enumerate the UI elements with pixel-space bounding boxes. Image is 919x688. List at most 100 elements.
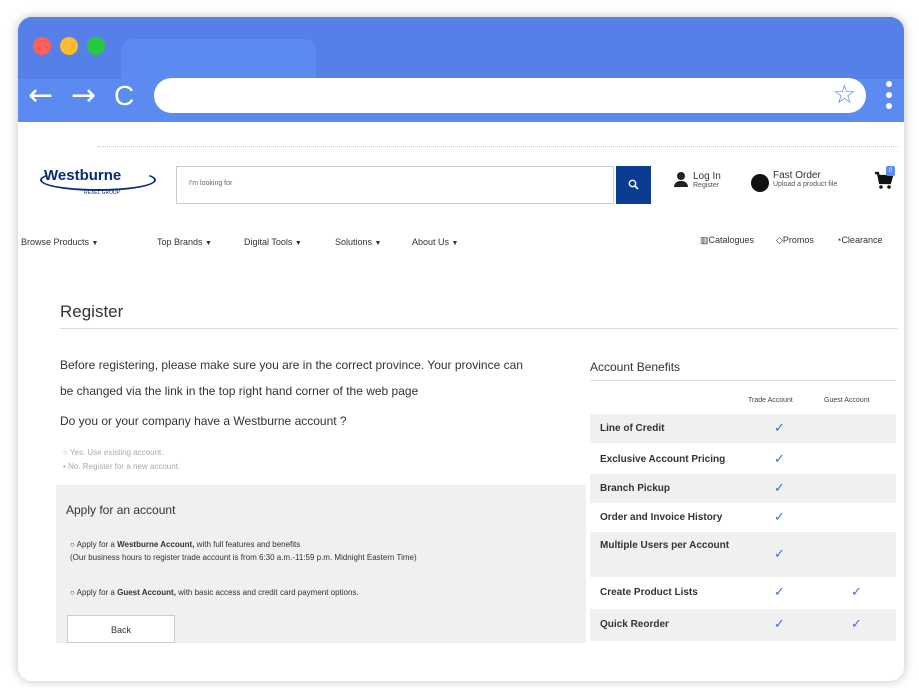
reload-icon[interactable]: C	[114, 81, 134, 111]
menu-label: Digital Tools	[244, 237, 293, 247]
search-placeholder: I'm looking for	[189, 180, 233, 187]
trade-check-icon: ✓	[774, 547, 785, 562]
account-question: Do you or your company have a Westburne …	[60, 414, 347, 428]
opt2-suffix: with basic access and credit card paymen…	[175, 588, 359, 597]
radio-icon: ○	[63, 448, 68, 457]
register-label[interactable]: Register	[693, 182, 721, 189]
apply-title: Apply for an account	[66, 503, 176, 517]
trade-check-icon: ✓	[774, 510, 785, 525]
menu-label: About Us	[412, 237, 450, 247]
radio-icon: ○	[70, 588, 75, 597]
caret-down-icon: ▼	[205, 240, 212, 247]
benefits-divider	[590, 380, 896, 381]
apply-section: Apply for an account ○ Apply for a Westb…	[56, 485, 586, 643]
benefit-name: Exclusive Account Pricing	[600, 454, 726, 465]
clearance-label: Clearance	[841, 235, 883, 245]
forward-arrow-icon[interactable]: →	[71, 81, 96, 111]
close-window-button[interactable]	[33, 37, 51, 55]
search-button[interactable]	[616, 166, 651, 204]
benefit-row: Multiple Users per Account ✓	[590, 532, 896, 577]
menu-top-brands[interactable]: Top Brands ▼	[157, 237, 212, 247]
search-icon	[628, 179, 639, 190]
guest-check-icon: ✓	[851, 585, 862, 600]
radio-icon: ○	[70, 540, 75, 549]
fast-order-label: Fast Order	[773, 170, 821, 181]
caret-down-icon: ▼	[374, 240, 382, 247]
menu-about-us[interactable]: About Us ▼	[412, 237, 458, 247]
opt1-suffix: with full features and benefits	[194, 540, 301, 549]
option-yes-label: Yes. Use existing account.	[69, 448, 164, 457]
opt1-prefix: Apply for a	[76, 540, 118, 549]
menu-label: Top Brands	[157, 237, 203, 247]
benefit-row: Quick Reorder ✓ ✓	[590, 609, 896, 641]
caret-down-icon: ▼	[91, 240, 99, 247]
title-divider	[60, 328, 898, 329]
benefit-name: Create Product Lists	[600, 587, 698, 598]
fast-order-sub: Upload a product file	[773, 181, 838, 188]
tag-icon: ◇	[776, 235, 783, 245]
page-title: Register	[60, 302, 124, 321]
clearance-link[interactable]: ◔Clearance	[836, 235, 882, 245]
guest-check-icon: ✓	[851, 617, 862, 632]
opt1-account-name: Westburne Account,	[117, 540, 195, 549]
benefit-name: Multiple Users per Account	[600, 540, 730, 551]
benefit-name: Line of Credit	[600, 423, 665, 434]
benefit-row: Exclusive Account Pricing ✓	[590, 445, 896, 474]
menu-solutions[interactable]: Solutions ▼	[335, 237, 381, 247]
option-no-label: No. Register for a new account.	[68, 462, 181, 471]
catalogues-link[interactable]: ▥Catalogues	[700, 235, 754, 246]
trade-check-icon: ✓	[774, 452, 785, 467]
browser-tab[interactable]	[121, 39, 316, 79]
westburne-logo[interactable]: Westburne REXEL GROUP	[40, 165, 156, 203]
back-button[interactable]: Back	[67, 615, 175, 643]
option-yes-radio[interactable]: ○ Yes. Use existing account.	[63, 448, 163, 457]
bookmark-star-icon[interactable]: ☆	[833, 80, 856, 110]
benefit-row: Branch Pickup ✓	[590, 474, 896, 503]
promos-link[interactable]: ◇Promos	[776, 235, 814, 246]
logo-text: Westburne	[44, 167, 122, 184]
guest-account-option[interactable]: ○ Apply for a Guest Account, with basic …	[70, 588, 359, 597]
benefit-name: Order and Invoice History	[600, 512, 723, 523]
promos-label: Promos	[782, 235, 814, 245]
menu-label: Browse Products	[21, 237, 90, 247]
book-icon: ▥	[700, 235, 709, 245]
stopwatch-icon	[751, 174, 769, 192]
business-hours-note: (Our business hours to register trade ac…	[70, 553, 417, 562]
col-header-guest: Guest Account	[824, 397, 870, 404]
trade-check-icon: ✓	[774, 585, 785, 600]
trade-check-icon: ✓	[774, 421, 785, 436]
minimize-window-button[interactable]	[60, 37, 78, 55]
westburne-account-option[interactable]: ○ Apply for a Westburne Account, with fu…	[70, 540, 300, 549]
back-arrow-icon[interactable]: ←	[28, 81, 53, 111]
login-label: Log In	[693, 171, 721, 182]
opt2-prefix: Apply for a	[76, 588, 118, 597]
address-bar[interactable]: ☆	[154, 78, 866, 113]
logo-subtitle: REXEL GROUP	[84, 190, 120, 196]
user-icon	[674, 172, 688, 188]
menu-digital-tools[interactable]: Digital Tools ▼	[244, 237, 302, 247]
option-no-radio[interactable]: ▪ No. Register for a new account.	[63, 462, 180, 471]
benefit-row: Create Product Lists ✓ ✓	[590, 577, 896, 609]
browser-toolbar: ← → C ☆	[18, 17, 904, 122]
intro-line-1: Before registering, please make sure you…	[60, 358, 523, 372]
browser-window: ← → C ☆ Westburne REXEL GROUP I'm lookin…	[18, 17, 904, 681]
col-header-trade: Trade Account	[748, 397, 793, 404]
menu-browse-products[interactable]: Browse Products ▼	[21, 237, 98, 247]
benefit-row: Line of Credit ✓	[590, 414, 896, 443]
cart-icon[interactable]: 0	[874, 166, 895, 192]
cart-count-badge: 0	[886, 166, 895, 176]
benefit-row: Order and Invoice History ✓	[590, 503, 896, 532]
caret-down-icon: ▼	[451, 240, 459, 247]
benefit-name: Branch Pickup	[600, 483, 671, 494]
web-page: Westburne REXEL GROUP I'm looking for Lo…	[18, 122, 904, 681]
menu-label: Solutions	[335, 237, 373, 247]
benefit-name: Quick Reorder	[600, 619, 669, 630]
maximize-window-button[interactable]	[87, 37, 105, 55]
search-input[interactable]: I'm looking for	[176, 166, 614, 204]
top-divider	[98, 146, 898, 147]
benefits-title: Account Benefits	[590, 360, 681, 374]
caret-down-icon: ▼	[294, 240, 302, 247]
browser-menu-icon[interactable]	[886, 81, 892, 114]
radio-selected-icon: ▪	[63, 462, 66, 471]
trade-check-icon: ✓	[774, 617, 785, 632]
